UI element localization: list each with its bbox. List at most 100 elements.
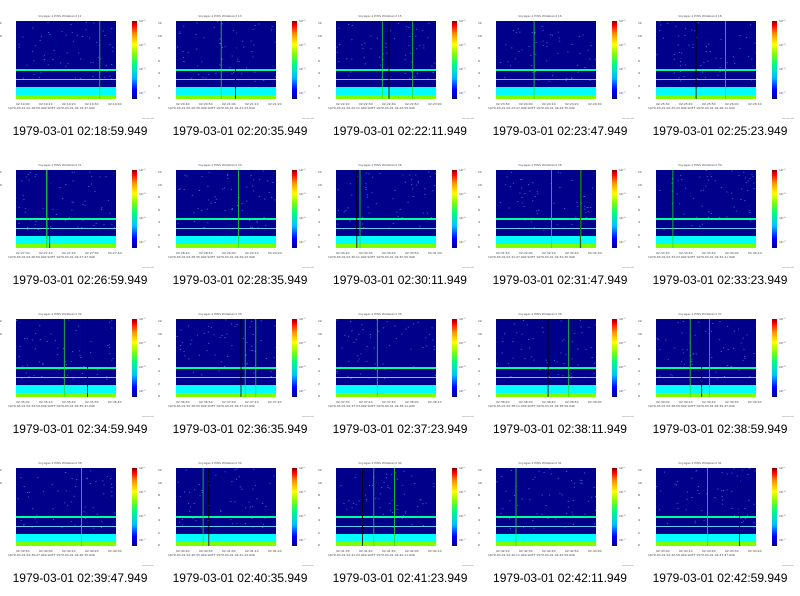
spectrogram-thumbnail[interactable]: Voyager-1 PWS Wideband 28 12 10 8 6 4 2 0 10⁻¹ 10… xyxy=(478,163,636,269)
thumbnail-caption[interactable]: 1979-03-01 02:36:35.949 xyxy=(160,422,320,436)
noise-speckle xyxy=(582,34,584,36)
thumbnail-cell[interactable]: Voyager-1 PWS Wideband 3812108642010⁻¹10… xyxy=(0,447,160,596)
y-tick-label: 0 xyxy=(318,245,320,249)
spectrogram-thumbnail[interactable]: Voyager-1 PWS Wideband 35 12 10 8 6 4 2 0 10⁻¹ 10… xyxy=(318,312,476,418)
thumbnail-cell[interactable]: Voyager-1 PWS Wideband 41 12 10 8 6 4 2 0 10⁻¹ 10… xyxy=(638,447,800,596)
spectrogram-thumbnail[interactable]: Voyager-1 PWS Wideband 37 12 10 8 6 4 2 0 10⁻¹ 10… xyxy=(638,312,796,418)
thumbnail-caption[interactable]: 1979-03-01 02:37:23.949 xyxy=(320,422,480,436)
thumbnail-caption[interactable]: 1979-03-01 02:31:47.949 xyxy=(480,273,640,287)
spectrogram-thumbnail[interactable]: Voyager-1 PWS Wideband 39 12 10 8 6 4 2 0 10⁻¹ 10… xyxy=(158,461,316,567)
noise-speckle xyxy=(107,199,109,201)
thumbnail-cell[interactable]: Voyager-1 PWS Wideband 2112108642010⁻¹10… xyxy=(0,149,160,298)
thumbnail-caption[interactable]: 1979-03-01 02:38:11.949 xyxy=(480,422,640,436)
thumbnail-caption[interactable]: 1979-03-01 02:28:35.949 xyxy=(160,273,320,287)
spectrogram-thumbnail[interactable]: Voyager-1 PWS Wideband 36 12 10 8 6 4 2 0 10⁻¹ 10… xyxy=(478,312,636,418)
thumbnail-caption[interactable]: 1979-03-01 02:40:35.949 xyxy=(160,571,320,585)
thumbnail-cell[interactable]: Voyager-1 PWS Wideband 13 12 10 8 6 4 2 0 10⁻¹ 10… xyxy=(158,0,320,149)
thumbnail-cell[interactable]: Voyager-1 PWS Wideband 28 12 10 8 6 4 2 0 10⁻¹ 10… xyxy=(478,149,640,298)
spectrogram-thumbnail[interactable]: Voyager-1 PWS Wideband 41 12 10 8 6 4 2 0 10⁻¹ 10… xyxy=(638,461,796,567)
thumbnail-cell[interactable]: Voyager-1 PWS Wideband 35 12 10 8 6 4 2 0 10⁻¹ 10… xyxy=(318,298,480,447)
spectrogram-thumbnail[interactable]: Voyager-1 PWS Wideband 13 12 10 8 6 4 2 0 10⁻¹ 10… xyxy=(158,14,316,120)
thumbnail-caption[interactable]: 1979-03-01 02:20:35.949 xyxy=(160,124,320,138)
spectrogram-thumbnail[interactable]: Voyager-1 PWS Wideband 3812108642010⁻¹10… xyxy=(0,461,156,567)
thumbnail-cell[interactable]: Voyager-1 PWS Wideband 3212108642010⁻¹10… xyxy=(0,298,160,447)
noise-speckle xyxy=(50,333,52,335)
spectrogram-thumbnail[interactable]: Voyager-1 PWS Wideband 15 12 10 8 6 4 2 0 10⁻¹ 10… xyxy=(318,14,476,120)
spectrogram-thumbnail[interactable]: Voyager-1 PWS Wideband 24 12 10 8 6 4 2 0 10⁻¹ 10… xyxy=(158,163,316,269)
noise-speckle xyxy=(541,494,543,496)
thumbnail-cell[interactable]: Voyager-1 PWS Wideband 36 12 10 8 6 4 2 0 10⁻¹ 10… xyxy=(478,298,640,447)
thumbnail-cell[interactable]: Voyager-1 PWS Wideband 15 12 10 8 6 4 2 0 10⁻¹ 10… xyxy=(318,0,480,149)
thumbnail-caption[interactable]: 1979-03-01 02:34:59.949 xyxy=(0,422,160,436)
thumbnail-caption[interactable]: 1979-03-01 02:26:59.949 xyxy=(0,273,160,287)
thumbnail-caption[interactable]: 1979-03-01 02:18:59.949 xyxy=(0,124,160,138)
thumbnail-cell[interactable]: Voyager-1 PWS Wideband 40 12 10 8 6 4 2 0 10⁻¹ 10… xyxy=(318,447,480,596)
thumbnail-caption[interactable]: 1979-03-01 02:41:23.949 xyxy=(320,571,480,585)
noise-speckle xyxy=(366,194,369,196)
noise-speckle xyxy=(67,504,69,506)
thumbnail-cell[interactable]: Voyager-1 PWS Wideband 41 12 10 8 6 4 2 0 10⁻¹ 10… xyxy=(478,447,640,596)
y-tick-label: 12 xyxy=(158,170,162,174)
spectrogram-plot xyxy=(656,319,756,397)
noise-speckle xyxy=(504,76,506,78)
noise-speckle xyxy=(572,524,574,525)
noise-speckle xyxy=(533,359,535,361)
thumbnail-caption[interactable]: 1979-03-01 02:39:47.949 xyxy=(0,571,160,585)
time-range-label: 1979-03-01 02:33:23.949 SCET 1979-03-01 … xyxy=(648,255,735,259)
thumbnail-caption[interactable]: 1979-03-01 02:38:59.949 xyxy=(640,422,800,436)
spectrogram-thumbnail[interactable]: Voyager-1 PWS Wideband 16 12 10 8 6 4 2 0 10⁻¹ 10… xyxy=(478,14,636,120)
spectrogram-thumbnail[interactable]: Voyager-1 PWS Wideband 34 12 10 8 6 4 2 0 10⁻¹ 10… xyxy=(158,312,316,418)
y-tick-label: 10 xyxy=(478,182,482,187)
colorbar-tick-label: 10⁻⁷ xyxy=(619,240,626,244)
emission-band xyxy=(336,367,436,369)
thumbnail-cell[interactable]: Voyager-1 PWS Wideband 16 12 10 8 6 4 2 0 10⁻¹ 10… xyxy=(478,0,640,149)
noise-speckle xyxy=(184,491,186,493)
noise-speckle xyxy=(565,80,567,82)
colorbar xyxy=(612,319,617,397)
spectrogram-thumbnail[interactable]: Voyager-1 PWS Wideband 41 12 10 8 6 4 2 0 10⁻¹ 10… xyxy=(478,461,636,567)
thumbnail-cell[interactable]: Voyager-1 PWS Wideband 34 12 10 8 6 4 2 0 10⁻¹ 10… xyxy=(158,298,320,447)
thumbnail-caption[interactable]: 1979-03-01 02:30:11.949 xyxy=(320,273,480,287)
spectrogram-thumbnail[interactable]: Voyager-1 PWS Wideband 40 12 10 8 6 4 2 0 10⁻¹ 10… xyxy=(318,461,476,567)
noise-speckle xyxy=(541,25,543,27)
floor-band xyxy=(496,542,596,546)
thumbnail-caption[interactable]: 1979-03-01 02:22:11.949 xyxy=(320,124,480,138)
noise-speckle xyxy=(731,192,733,194)
thumbnail-cell[interactable]: Voyager-1 PWS Wideband 39 12 10 8 6 4 2 0 10⁻¹ 10… xyxy=(158,447,320,596)
thumbnail-caption[interactable]: 1979-03-01 02:42:59.949 xyxy=(640,571,800,585)
noise-speckle xyxy=(703,519,705,521)
spectrogram-thumbnail[interactable]: Voyager-1 PWS Wideband 3212108642010⁻¹10… xyxy=(0,312,156,418)
thumbnail-caption[interactable]: 1979-03-01 02:25:23.949 xyxy=(640,124,800,138)
noise-speckle xyxy=(96,374,98,375)
y-tick-labels: 121086420 xyxy=(638,461,643,547)
noise-speckle xyxy=(96,41,98,43)
credit-label: www.site.edu xyxy=(142,118,154,120)
y-tick-label: 0 xyxy=(478,245,480,249)
floor-band xyxy=(336,393,436,397)
noise-speckle xyxy=(744,356,746,357)
spectrogram-thumbnail[interactable]: Voyager-1 PWS Wideband 1112108642010⁻¹10… xyxy=(0,14,156,120)
credit-label: www.site.edu xyxy=(462,118,474,120)
colorbar xyxy=(132,170,137,248)
thumbnail-cell[interactable]: Voyager-1 PWS Wideband 37 12 10 8 6 4 2 0 10⁻¹ 10… xyxy=(638,298,800,447)
spectrogram-thumbnail[interactable]: Voyager-1 PWS Wideband 18 12 10 8 6 4 2 0 10⁻¹ 10… xyxy=(638,14,796,120)
noise-speckle xyxy=(753,503,755,505)
spectrogram-thumbnail[interactable]: Voyager-1 PWS Wideband 26 12 10 8 6 4 2 0 10⁻¹ 10… xyxy=(318,163,476,269)
thumbnail-cell[interactable]: Voyager-1 PWS Wideband 18 12 10 8 6 4 2 0 10⁻¹ 10… xyxy=(638,0,800,149)
colorbar-tick-label: 10⁻⁵ xyxy=(459,216,466,220)
noise-speckle xyxy=(753,188,755,189)
thumbnail-cell[interactable]: Voyager-1 PWS Wideband 24 12 10 8 6 4 2 0 10⁻¹ 10… xyxy=(158,149,320,298)
thumbnail-caption[interactable]: 1979-03-01 02:42:11.949 xyxy=(480,571,640,585)
noise-speckle xyxy=(108,347,111,348)
thumbnail-caption[interactable]: 1979-03-01 02:23:47.949 xyxy=(480,124,640,138)
thumbnail-cell[interactable]: Voyager-1 PWS Wideband 26 12 10 8 6 4 2 0 10⁻¹ 10… xyxy=(318,149,480,298)
spectrogram-thumbnail[interactable]: Voyager-1 PWS Wideband 30 12 10 8 6 4 2 0 10⁻¹ 10… xyxy=(638,163,796,269)
noise-speckle xyxy=(109,212,111,214)
thumbnail-cell[interactable]: Voyager-1 PWS Wideband 1112108642010⁻¹10… xyxy=(0,0,160,149)
thumbnail-caption[interactable]: 1979-03-01 02:33:23.949 xyxy=(640,273,800,287)
thumbnail-cell[interactable]: Voyager-1 PWS Wideband 30 12 10 8 6 4 2 0 10⁻¹ 10… xyxy=(638,149,800,298)
spectrogram-thumbnail[interactable]: Voyager-1 PWS Wideband 2112108642010⁻¹10… xyxy=(0,163,156,269)
noise-speckle xyxy=(532,71,534,73)
noise-speckle xyxy=(720,187,723,188)
noise-speckle xyxy=(369,336,372,338)
